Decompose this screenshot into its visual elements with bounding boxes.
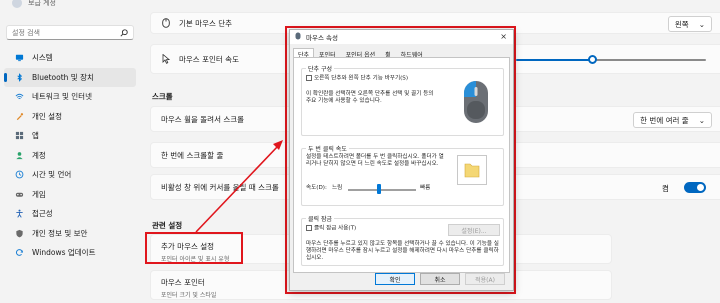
search-box[interactable] [6,25,134,40]
click-lock-label: 클릭 잠금 사용(T) [314,225,357,232]
privacy-shield-icon [15,229,24,238]
sidebar-item-windows-update[interactable]: Windows 업데이트 [4,243,136,263]
sidebar-item-label: 시스템 [32,53,53,63]
button-config-group: 단추 구성 오른쪽 단추와 왼쪽 단추 기능 바꾸기(S) 이 확인란을 선택하… [301,64,504,136]
switch-buttons-label: 오른쪽 단추와 왼쪽 단추 기능 바꾸기(S) [314,75,408,82]
inactive-scroll-state: 켬 [662,184,669,193]
inactive-scroll-toggle[interactable] [684,182,706,193]
double-click-description: 설정을 테스트하려면 폴더를 두 번 클릭하십시오. 폴더가 열리거나 닫히지 … [306,154,444,167]
sidebar-item-label: 계정 [32,150,46,160]
bluetooth-icon [15,72,24,82]
pointer-speed-thumb[interactable] [588,55,597,64]
sidebar-item-label: Bluetooth 및 장치 [32,72,94,82]
click-lock-checkbox[interactable] [306,225,312,231]
sidebar-item-label: 게임 [32,189,46,199]
tab-content: 단추 구성 오른쪽 단추와 왼쪽 단추 기능 바꾸기(S) 이 확인란을 선택하… [293,57,510,273]
sidebar-item-accessibility[interactable]: 접근성 [4,204,136,224]
pointer-speed-label: 마우스 포인터 속도 [179,54,239,64]
wheel-scroll-panel: 한 번에 여러 줄 ⌄ [512,106,720,132]
sidebar-item-label: 네트워크 및 인터넷 [32,92,92,102]
wheel-scroll-dropdown[interactable]: 한 번에 여러 줄 ⌄ [633,112,712,128]
sidebar-item-network[interactable]: 네트워크 및 인터넷 [4,87,136,107]
double-click-title: 두 번 클릭 속도 [306,144,349,153]
sidebar-item-label: 앱 [32,131,39,141]
double-click-speed-thumb[interactable] [376,184,381,194]
scroll-section-title: 스크롤 [152,92,173,101]
mouse-properties-dialog: 마우스 속성 × 단추 포인터 포인터 옵션 휠 하드웨어 단추 구성 오른쪽 … [289,29,514,291]
sidebar-item-label: 시간 및 언어 [32,170,72,180]
network-icon [15,92,24,101]
mouse-app-icon [294,32,302,42]
click-lock-title: 클릭 잠금 [306,214,334,223]
apply-button[interactable]: 적용(A) [465,273,505,285]
click-lock-option[interactable]: 클릭 잠금 사용(T) [306,225,356,233]
primary-button-dropdown[interactable]: 왼쪽 ⌄ [667,16,712,32]
button-config-title: 단추 구성 [306,64,334,73]
chevron-down-icon: ⌄ [698,19,705,29]
pointer-speed-panel [512,44,720,74]
sidebar-item-time-language[interactable]: 시간 및 언어 [4,165,136,185]
speed-label: 속도(D): [306,185,327,191]
sidebar-item-label: Windows 업데이트 [32,248,96,258]
highlight-additional-mouse-settings [145,232,243,264]
related-section-title: 관련 설정 [152,221,183,230]
sidebar-item-label: 개인 정보 및 보안 [32,228,88,238]
switch-buttons-option[interactable]: 오른쪽 단추와 왼쪽 단추 기능 바꾸기(S) [306,75,446,83]
dialog-title: 마우스 속성 [306,34,338,42]
system-icon [15,53,24,62]
test-folder-icon[interactable] [457,155,487,185]
click-lock-settings-button[interactable]: 설정(E)... [448,224,500,236]
apps-icon [15,131,24,140]
inactive-scroll-label: 비활성 창 위에 커서를 올릴 때 스크롤 [161,182,279,192]
primary-button-value: 왼쪽 [674,19,689,29]
click-lock-description: 마우스 단추를 누르고 있지 않고도 항목을 선택하거나 끌 수 있습니다. 이… [306,241,499,261]
button-config-description: 이 확인란을 선택하면 오른쪽 단추를 선택 및 끌기 등의 주요 기능에 사용… [306,91,434,104]
accessibility-icon [15,209,24,218]
user-profile[interactable]: 보급 계정 [12,0,56,10]
switch-buttons-checkbox[interactable] [306,75,312,81]
mouse-icon [161,18,171,28]
personalization-icon [15,112,24,121]
inactive-scroll-panel: 켬 [512,174,720,200]
dialog-titlebar: 마우스 속성 [290,30,513,44]
sidebar-item-label: 개인 설정 [32,111,62,121]
search-input[interactable] [12,28,112,37]
wheel-scroll-label: 마우스 휠을 돌려서 스크롤 [161,114,245,124]
search-icon [120,28,128,37]
avatar [12,0,22,8]
ok-button[interactable]: 확인 [375,273,415,285]
double-click-group: 두 번 클릭 속도 설정을 테스트하려면 폴더를 두 번 클릭하십시오. 폴더가… [301,144,504,206]
click-lock-group: 클릭 잠금 클릭 잠금 사용(T) 설정(E)... 마우스 단추를 누르고 있… [301,214,504,266]
sidebar-item-accounts[interactable]: 계정 [4,146,136,166]
chevron-down-icon: ⌄ [698,115,705,125]
sidebar-item-personalization[interactable]: 개인 설정 [4,107,136,127]
mouse-preview-icon [454,75,498,131]
primary-button-panel: 왼쪽 ⌄ [512,12,720,34]
wheel-scroll-value: 한 번에 여러 줄 [640,115,689,125]
accounts-icon [15,151,24,160]
sidebar-item-label: 접근성 [32,209,53,219]
lines-scroll-panel [512,142,720,168]
gaming-icon [15,190,24,199]
speed-slow-label: 느림 [332,185,343,191]
sidebar-item-apps[interactable]: 앱 [4,126,136,146]
user-name: 보급 계정 [28,0,56,7]
double-click-speed-track [348,189,416,191]
sidebar-item-bluetooth[interactable]: Bluetooth 및 장치 [4,67,136,87]
lines-scroll-label: 한 번에 스크롤할 줄 [161,150,224,160]
close-icon[interactable]: × [500,32,507,41]
sidebar-nav: 시스템 Bluetooth 및 장치네트워크 및 인터넷개인 설정앱계정시간 및 … [4,48,136,263]
primary-button-label: 기본 마우스 단추 [179,18,233,28]
pointer-icon [161,54,171,64]
settings-sidebar: 보급 계정 시스템 Bluetooth 및 장치네트워크 및 인터넷개인 설정앱계… [0,0,140,303]
pointer-speed-track [596,59,706,61]
cancel-button[interactable]: 취소 [420,273,460,285]
pointer-speed-track-filled [516,59,592,61]
sidebar-item-system[interactable]: 시스템 [4,48,136,68]
time-language-icon [15,170,24,179]
sidebar-item-privacy-shield[interactable]: 개인 정보 및 보안 [4,224,136,244]
windows-update-icon [15,248,24,257]
sidebar-item-gaming[interactable]: 게임 [4,185,136,205]
speed-fast-label: 빠름 [420,185,431,191]
